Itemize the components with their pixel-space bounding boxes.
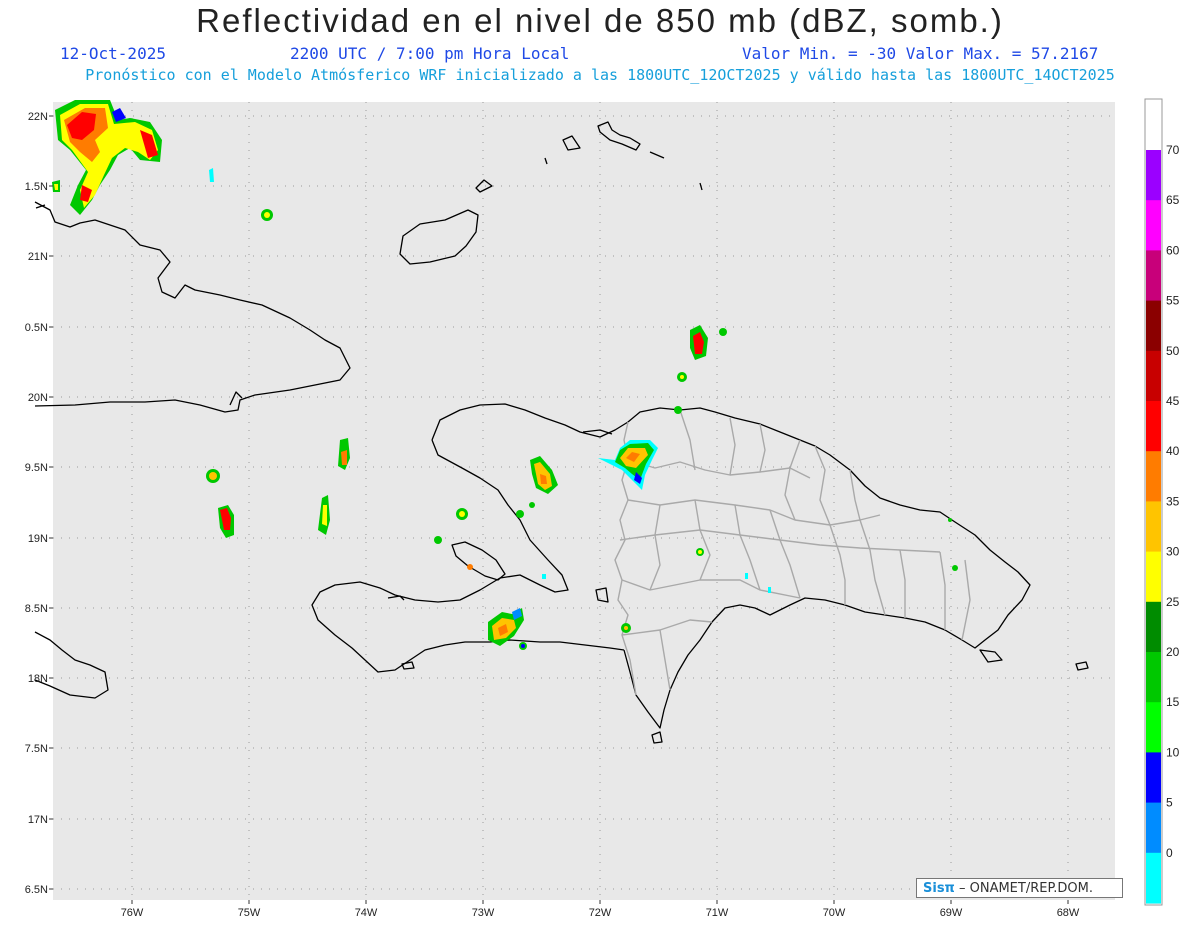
colorbar-swatch <box>1146 752 1161 804</box>
lat-label: 7.5N <box>25 743 48 755</box>
lon-label: 71W <box>706 907 729 919</box>
colorbar-label: 45 <box>1166 394 1180 408</box>
lon-label: 73W <box>472 907 495 919</box>
lat-label: 8.5N <box>25 603 48 615</box>
credit-box: Sisπ – ONAMET/REP.DOM. <box>916 878 1123 898</box>
lon-label: 72W <box>589 907 612 919</box>
sis-logo: Sisπ <box>923 881 955 896</box>
lat-label: 18N <box>28 673 48 685</box>
lon-label: 68W <box>1057 907 1080 919</box>
lat-label: 22N <box>28 111 48 123</box>
colorbar-swatch <box>1146 350 1161 402</box>
colorbar-labels: 7065605550454035302520151050 <box>1166 143 1180 860</box>
lat-label: 21N <box>28 251 48 263</box>
colorbar-label: 5 <box>1166 796 1173 810</box>
lat-labels: 22N 1.5N 21N 0.5N 20N 9.5N 19N 8.5N 18N … <box>25 111 48 896</box>
colorbar-label: 20 <box>1166 645 1180 659</box>
colorbar-swatch <box>1146 250 1161 302</box>
colorbar-swatch <box>1146 300 1161 352</box>
colorbar-swatch <box>1146 501 1161 553</box>
lon-label: 70W <box>823 907 846 919</box>
map-area <box>53 102 1115 900</box>
colorbar-swatch <box>1146 852 1161 904</box>
credit-org: – ONAMET/REP.DOM. <box>958 881 1094 896</box>
lat-label: 9.5N <box>25 462 48 474</box>
lon-label: 69W <box>940 907 963 919</box>
lat-label: 6.5N <box>25 884 48 896</box>
lat-label: 20N <box>28 392 48 404</box>
colorbar-label: 40 <box>1166 444 1180 458</box>
colorbar-label: 30 <box>1166 545 1180 559</box>
colorbar-swatch <box>1146 601 1161 653</box>
colorbar-swatch <box>1146 401 1161 452</box>
colorbar-label: 35 <box>1166 494 1180 508</box>
colorbar-label: 60 <box>1166 243 1180 257</box>
colorbar-label: 25 <box>1166 595 1180 609</box>
colorbar <box>1144 98 1163 906</box>
colorbar-swatch <box>1146 150 1161 201</box>
colorbar-swatch <box>1146 802 1161 854</box>
reflectivity-map: 22N 1.5N 21N 0.5N 20N 9.5N 19N 8.5N 18N … <box>25 98 1180 919</box>
lon-label: 75W <box>238 907 261 919</box>
colorbar-label: 10 <box>1166 745 1180 759</box>
lon-label: 76W <box>121 907 144 919</box>
colorbar-swatch <box>1146 451 1161 502</box>
lon-labels: 76W 75W 74W 73W 72W 71W 70W 69W 68W <box>121 907 1080 919</box>
colorbar-label: 55 <box>1166 294 1180 308</box>
lon-label: 74W <box>355 907 378 919</box>
colorbar-label: 0 <box>1166 846 1173 860</box>
colorbar-label: 50 <box>1166 344 1180 358</box>
colorbar-swatch <box>1146 652 1161 703</box>
lat-label: 0.5N <box>25 322 48 334</box>
colorbar-swatch <box>1146 200 1161 251</box>
colorbar-swatch <box>1146 551 1161 603</box>
lat-label: 17N <box>28 814 48 826</box>
colorbar-label: 15 <box>1166 695 1180 709</box>
lat-label: 1.5N <box>25 181 48 193</box>
colorbar-swatch <box>1146 702 1161 753</box>
lat-label: 19N <box>28 533 48 545</box>
colorbar-label: 65 <box>1166 193 1180 207</box>
colorbar-label: 70 <box>1166 143 1180 157</box>
